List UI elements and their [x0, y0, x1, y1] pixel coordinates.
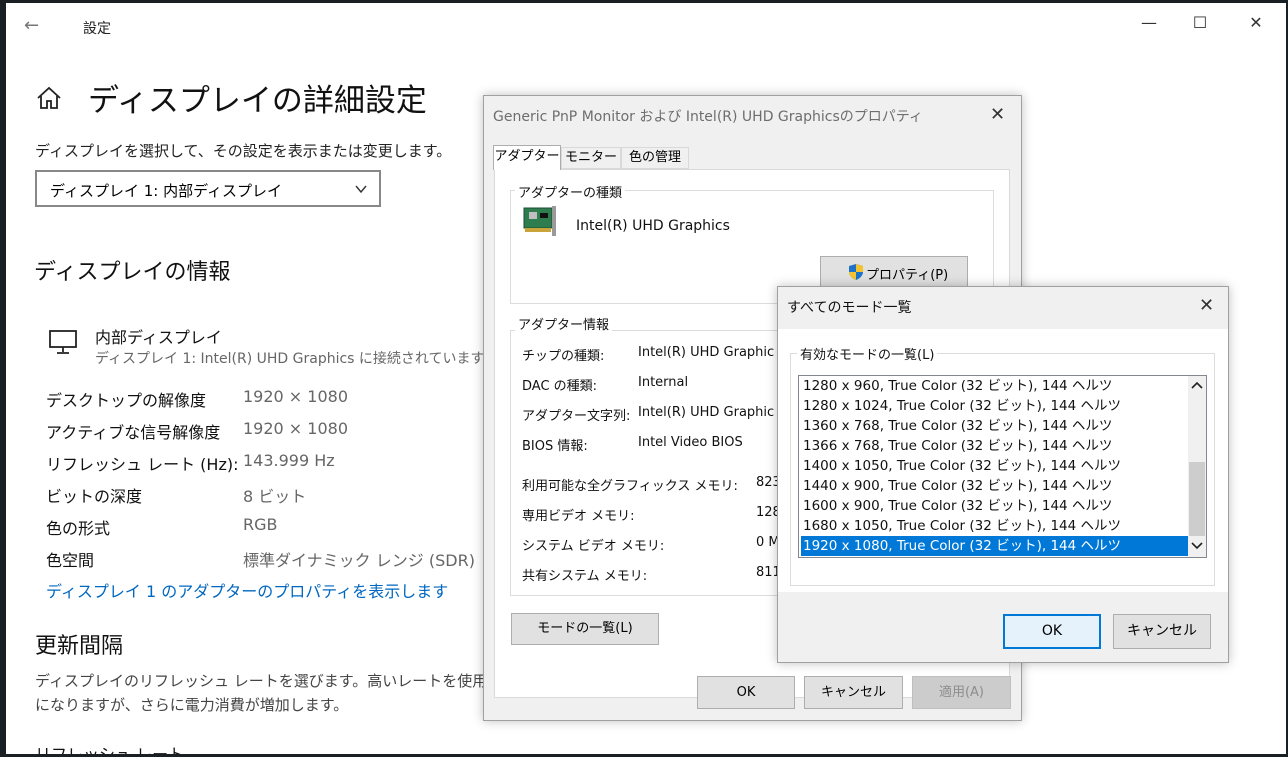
close-icon[interactable]: ✕ [1242, 13, 1270, 32]
mode-item[interactable]: 1440 x 900, True Color (32 ビット), 144 ヘルツ [801, 476, 1189, 496]
refresh-desc-line2: になりますが、さらに電力消費が増加します。 [35, 696, 349, 714]
window-title: 設定 [83, 21, 111, 37]
adapter-string-value: Intel(R) UHD Graphic [638, 405, 775, 420]
bios-info-value: Intel Video BIOS [638, 435, 743, 450]
scroll-thumb[interactable] [1189, 462, 1205, 536]
bios-info-label: BIOS 情報: [522, 439, 588, 454]
system-video-memory-label: システム ビデオ メモリ: [522, 539, 665, 554]
adapter-properties-button[interactable]: プロパティ(P) [820, 256, 968, 287]
scroll-up-icon[interactable] [1191, 381, 1203, 389]
info-label-refresh-rate: リフレッシュ レート (Hz): [46, 455, 239, 474]
total-graphics-memory-label: 利用可能な全グラフィックス メモリ: [522, 479, 738, 494]
mode-item[interactable]: 1360 x 768, True Color (32 ビット), 144 ヘルツ [801, 416, 1189, 436]
tab-monitor[interactable]: モニター [561, 147, 621, 169]
mode-item[interactable]: 1400 x 1050, True Color (32 ビット), 144 ヘル… [801, 456, 1189, 476]
info-label-desktop-resolution: デスクトップの解像度 [46, 391, 207, 410]
mode-item[interactable]: 1280 x 960, True Color (32 ビット), 144 ヘルツ [801, 376, 1189, 396]
chip-type-value: Intel(R) UHD Graphic [638, 345, 775, 360]
info-label-color-space: 色空間 [46, 551, 95, 570]
home-icon [37, 86, 61, 109]
info-label-color-format: 色の形式 [46, 519, 111, 538]
mode-item[interactable]: 1680 x 1050, True Color (32 ビット), 144 ヘル… [801, 516, 1189, 536]
properties-apply-button[interactable]: 適用(A) [912, 676, 1011, 709]
graphics-card-icon [523, 206, 556, 236]
adapter-info-group-label: アダプター情報 [515, 314, 613, 333]
dac-type-value: Internal [638, 375, 689, 390]
refresh-rate-label: リフレッシュ レート [35, 741, 184, 754]
adapter-properties-link[interactable]: ディスプレイ 1 のアダプターのプロパティを表示します [46, 578, 448, 602]
maximize-icon[interactable]: ☐ [1186, 13, 1214, 32]
mode-item[interactable]: 1600 x 900, True Color (32 ビット), 144 ヘルツ [801, 496, 1189, 516]
refresh-desc-line1: ディスプレイのリフレッシュ レートを選びます。高いレートを使用すると、 [35, 672, 547, 690]
info-value-refresh-rate: 143.999 Hz [243, 451, 335, 470]
tab-color-management[interactable]: 色の管理 [621, 147, 689, 169]
display-name: 内部ディスプレイ [95, 328, 222, 347]
title-bar: ← 設定 — ☐ ✕ [6, 3, 1286, 49]
chevron-down-icon [355, 185, 367, 194]
display-select[interactable]: ディスプレイ 1: 内部ディスプレイ [35, 170, 381, 207]
info-value-color-format: RGB [243, 515, 278, 534]
properties-cancel-button[interactable]: キャンセル [804, 676, 903, 709]
shield-icon [849, 264, 863, 280]
adapter-name: Intel(R) UHD Graphics [576, 218, 730, 234]
properties-close-icon[interactable]: ✕ [990, 104, 1005, 125]
adapter-string-label: アダプター文字列: [522, 409, 631, 424]
dedicated-video-memory-label: 専用ビデオ メモリ: [522, 509, 635, 524]
modes-dialog-title: すべてのモード一覧 [787, 300, 912, 316]
adapter-type-group-label: アダプターの種類 [515, 182, 626, 201]
minimize-icon[interactable]: — [1135, 13, 1163, 32]
info-value-desktop-resolution: 1920 × 1080 [243, 387, 349, 406]
info-label-active-signal-resolution: アクティブな信号解像度 [46, 423, 221, 442]
adapter-properties-button-label: プロパティ(P) [866, 268, 949, 283]
modes-cancel-button[interactable]: キャンセル [1113, 614, 1211, 649]
back-arrow-icon[interactable]: ← [24, 15, 39, 36]
info-value-color-space: 標準ダイナミック レンジ (SDR) [243, 551, 475, 570]
all-modes-dialog: すべてのモード一覧 ✕ 有効なモードの一覧(L) 1280 x 960, Tru… [777, 286, 1229, 663]
dac-type-label: DAC の種類: [522, 379, 598, 394]
page-title: ディスプレイの詳細設定 [88, 83, 427, 119]
mode-item[interactable]: 1366 x 768, True Color (32 ビット), 144 ヘルツ [801, 436, 1189, 456]
list-all-modes-button[interactable]: モードの一覧(L) [511, 613, 659, 645]
display-connection: ディスプレイ 1: Intel(R) UHD Graphics に接続されていま… [95, 351, 485, 367]
properties-ok-button[interactable]: OK [697, 676, 795, 709]
properties-dialog-title: Generic PnP Monitor および Intel(R) UHD Gra… [493, 109, 923, 125]
info-value-bit-depth: 8 ビット [243, 487, 307, 506]
select-instruction: ディスプレイを選択して、その設定を表示または変更します。 [35, 142, 452, 160]
chip-type-label: チップの種類: [522, 349, 605, 364]
info-value-active-signal-resolution: 1920 × 1080 [243, 419, 349, 438]
modes-listbox[interactable]: 1280 x 960, True Color (32 ビット), 144 ヘルツ… [798, 375, 1207, 558]
scroll-down-icon[interactable] [1191, 542, 1203, 550]
refresh-heading: 更新間隔 [35, 634, 124, 659]
mode-item-selected[interactable]: 1920 x 1080, True Color (32 ビット), 144 ヘル… [801, 536, 1189, 556]
tab-adapter[interactable]: アダプター [493, 145, 561, 170]
info-label-bit-depth: ビットの深度 [46, 487, 143, 506]
modes-scrollbar[interactable] [1188, 376, 1206, 557]
display-info-heading: ディスプレイの情報 [34, 260, 231, 285]
modes-group-label: 有効なモードの一覧(L) [797, 344, 938, 363]
modes-ok-button[interactable]: OK [1003, 614, 1101, 649]
modes-close-icon[interactable]: ✕ [1199, 295, 1214, 316]
display-select-value: ディスプレイ 1: 内部ディスプレイ [50, 182, 283, 200]
mode-item[interactable]: 1280 x 1024, True Color (32 ビット), 144 ヘル… [801, 396, 1189, 416]
shared-system-memory-label: 共有システム メモリ: [522, 569, 648, 584]
monitor-icon [49, 330, 77, 354]
